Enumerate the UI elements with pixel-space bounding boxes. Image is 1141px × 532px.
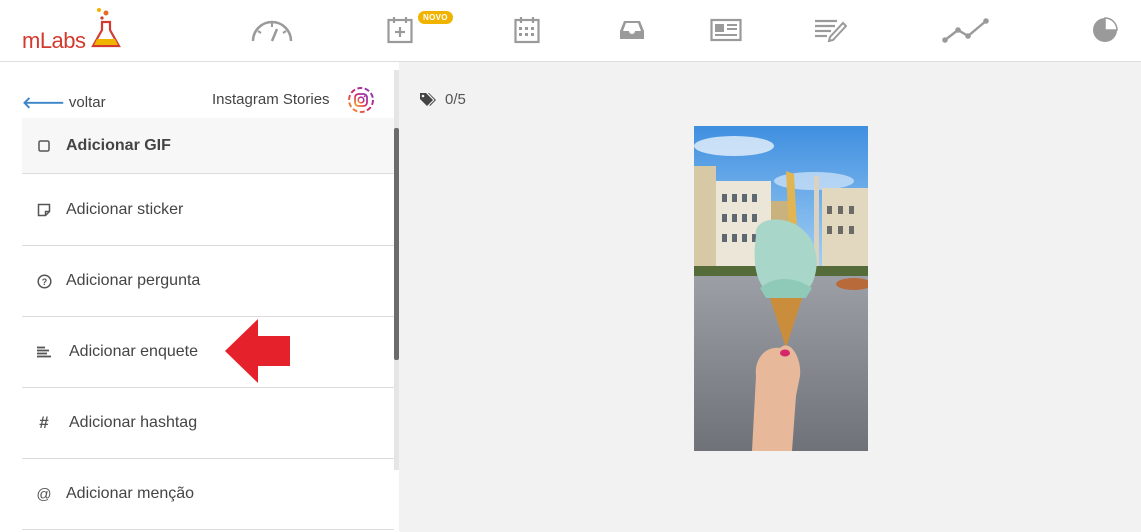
red-arrow-annotation [225,319,290,383]
gauge-icon[interactable] [248,12,296,48]
list-item-label: Adicionar sticker [66,201,184,218]
options-list: Adicionar GIF Adicionar sticker ? Adicio… [22,118,394,532]
list-item-add-poll[interactable]: Adicionar enquete [22,317,394,388]
list-item-add-sticker[interactable]: Adicionar sticker [22,175,394,246]
new-badge: NOVO [418,11,453,24]
scrollbar-thumb[interactable] [394,128,399,360]
list-item-label: Adicionar pergunta [66,272,201,289]
back-label: voltar [68,94,106,111]
inbox-icon[interactable] [608,12,656,48]
instagram-stories-icon [348,87,374,113]
poll-lines-icon [22,346,66,358]
list-item-label: Adicionar GIF [66,136,171,154]
at-icon: @ [36,485,52,503]
list-item-add-gif[interactable]: Adicionar GIF [22,118,394,174]
list-item-add-mention[interactable]: @ Adicionar menção [22,459,394,530]
notes-edit-icon[interactable] [806,12,854,48]
tags-icon [420,92,436,106]
sticker-icon [22,203,66,217]
channel-label: Instagram Stories [212,91,330,108]
list-item-add-hashtag[interactable]: # Adicionar hashtag [22,388,394,459]
stories-options-panel: 🡐 voltar Instagram Stories Adicionar GIF… [0,62,399,532]
list-item-label: Adicionar enquete [69,343,198,360]
story-preview-image[interactable] [694,126,868,451]
newspaper-icon[interactable] [702,12,750,48]
calendar-add-icon[interactable] [376,12,424,48]
square-icon [22,139,66,152]
top-navbar: mLabs NOVO [0,0,1141,62]
flask-icon [91,8,121,48]
back-link[interactable]: 🡐 voltar [22,92,106,113]
pie-chart-icon[interactable] [1081,12,1129,48]
arrow-left-icon: 🡐 [22,95,65,112]
list-item-label: Adicionar menção [66,485,195,502]
line-chart-icon[interactable] [942,12,990,48]
tag-count-value: 0/5 [445,91,466,108]
svg-text:?: ? [41,277,47,287]
question-circle-icon: ? [22,273,66,289]
calendar-icon[interactable] [503,12,551,48]
tag-counter: 0/5 [419,91,466,108]
logo-text: mLabs [22,28,86,53]
list-item-add-question[interactable]: ? Adicionar pergunta [22,246,394,317]
hashtag-icon: # [39,413,49,432]
list-item-label: Adicionar hashtag [69,414,198,431]
mlabs-logo[interactable]: mLabs [22,6,122,54]
